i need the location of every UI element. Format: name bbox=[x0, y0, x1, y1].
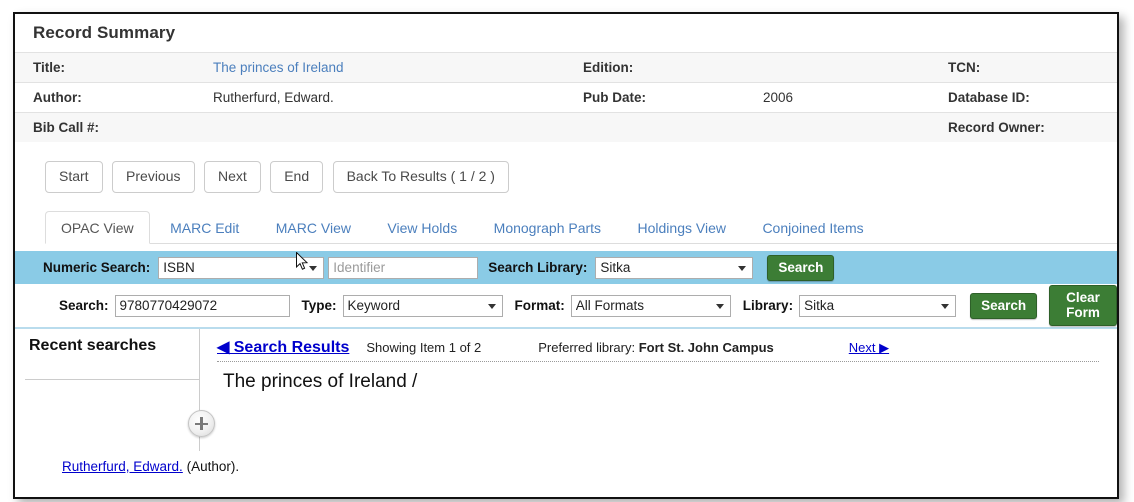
recent-searches-heading: Recent searches bbox=[29, 337, 157, 354]
preferred-library-value: Fort St. John Campus bbox=[638, 340, 774, 355]
record-author-link[interactable]: Rutherfurd, Edward. bbox=[62, 459, 183, 474]
numeric-search-submit-button[interactable]: Search bbox=[767, 254, 835, 281]
tab-monograph-parts[interactable]: Monograph Parts bbox=[478, 211, 617, 244]
numeric-search-library-select[interactable]: Sitka bbox=[595, 256, 754, 279]
tab-opac-view[interactable]: OPAC View bbox=[45, 211, 150, 244]
next-result-link[interactable]: Next ▶ bbox=[849, 340, 889, 356]
record-summary-table: Title: The princes of Ireland Edition: T… bbox=[15, 52, 1117, 142]
numeric-search-library-label: Search Library: bbox=[488, 260, 588, 275]
table-row: Bib Call #: Record Owner: bbox=[15, 112, 1117, 142]
summary-value-blank bbox=[745, 112, 930, 142]
screenshot-root: Record Summary Title: The princes of Ire… bbox=[0, 0, 1134, 502]
preferred-library-status: Preferred library: Fort St. John Campus bbox=[538, 340, 774, 355]
basic-search-bar: Search: Type: Keyword Format: All Format… bbox=[15, 284, 1117, 329]
record-view-tabs: OPAC View MARC Edit MARC View View Holds… bbox=[45, 211, 1117, 244]
summary-label-edition: Edition: bbox=[565, 52, 745, 83]
summary-label-blank bbox=[565, 112, 745, 142]
search-results-panel: ◀ Search Results Showing Item 1 of 2 Pre… bbox=[201, 329, 1117, 451]
search-label: Search: bbox=[59, 298, 109, 313]
clear-form-button[interactable]: Clear Form bbox=[1049, 285, 1117, 326]
summary-value-edition bbox=[745, 52, 930, 83]
record-author-line: Rutherfurd, Edward. (Author). bbox=[62, 459, 239, 474]
summary-label-record-owner: Record Owner: bbox=[930, 112, 1117, 142]
divider bbox=[25, 379, 200, 380]
search-input[interactable] bbox=[114, 294, 290, 317]
summary-label-bib-call: Bib Call #: bbox=[15, 112, 195, 142]
search-format-wrapper: All Formats bbox=[570, 294, 731, 317]
summary-value-pubdate: 2006 bbox=[745, 82, 930, 113]
showing-item-status: Showing Item 1 of 2 bbox=[366, 340, 482, 355]
search-format-select[interactable]: All Formats bbox=[570, 294, 731, 317]
search-type-select[interactable]: Keyword bbox=[342, 294, 503, 317]
results-header: ◀ Search Results Showing Item 1 of 2 Pre… bbox=[201, 329, 1117, 357]
expand-recent-searches-button[interactable] bbox=[188, 410, 215, 437]
title-link[interactable]: The princes of Ireland bbox=[213, 60, 344, 75]
preferred-library-label: Preferred library: bbox=[538, 340, 636, 355]
results-area: Recent searches ◀ Search Results Showing… bbox=[15, 329, 1117, 451]
table-row: Title: The princes of Ireland Edition: T… bbox=[15, 52, 1117, 83]
record-summary-heading: Record Summary bbox=[33, 23, 176, 42]
summary-label-title: Title: bbox=[15, 52, 195, 83]
basic-search-submit-button[interactable]: Search bbox=[970, 292, 1038, 319]
tab-marc-view[interactable]: MARC View bbox=[260, 211, 367, 244]
next-button[interactable]: Next bbox=[203, 161, 261, 193]
page-content: Record Summary Title: The princes of Ire… bbox=[15, 14, 1117, 497]
back-to-results-button[interactable]: Back To Results ( 1 / 2 ) bbox=[332, 161, 509, 193]
recent-searches-panel: Recent searches bbox=[15, 329, 200, 451]
summary-value-bib-call bbox=[195, 112, 565, 142]
end-button[interactable]: End bbox=[270, 161, 324, 193]
browser-window: Record Summary Title: The princes of Ire… bbox=[13, 12, 1119, 499]
search-library-label: Library: bbox=[742, 298, 794, 313]
numeric-search-bar: Numeric Search: ISBN Search Library: Sit… bbox=[15, 251, 1117, 284]
tab-holdings-view[interactable]: Holdings View bbox=[622, 211, 742, 244]
record-title-heading: The princes of Ireland / bbox=[223, 371, 418, 392]
numeric-search-library-wrapper: Sitka bbox=[595, 256, 754, 279]
tab-marc-edit[interactable]: MARC Edit bbox=[154, 211, 255, 244]
search-format-label: Format: bbox=[514, 298, 565, 313]
previous-button[interactable]: Previous bbox=[112, 161, 195, 193]
summary-value-title: The princes of Ireland bbox=[195, 52, 565, 83]
search-library-wrapper: Sitka bbox=[799, 294, 957, 317]
tab-conjoined-items[interactable]: Conjoined Items bbox=[746, 211, 879, 244]
numeric-search-type-wrapper: ISBN bbox=[158, 256, 325, 279]
table-row: Author: Rutherfurd, Edward. Pub Date: 20… bbox=[15, 82, 1117, 113]
search-library-select[interactable]: Sitka bbox=[799, 294, 957, 317]
search-type-wrapper: Keyword bbox=[342, 294, 503, 317]
summary-label-tcn: TCN: bbox=[930, 52, 1117, 83]
numeric-search-label: Numeric Search: bbox=[43, 260, 151, 275]
tab-view-holds[interactable]: View Holds bbox=[371, 211, 473, 244]
back-to-search-results-link[interactable]: ◀ Search Results bbox=[217, 337, 349, 357]
start-button[interactable]: Start bbox=[45, 161, 103, 193]
summary-label-author: Author: bbox=[15, 82, 195, 113]
summary-label-pubdate: Pub Date: bbox=[565, 82, 745, 113]
numeric-search-identifier-input[interactable] bbox=[328, 256, 479, 279]
search-type-label: Type: bbox=[301, 298, 337, 313]
numeric-search-type-select[interactable]: ISBN bbox=[158, 256, 325, 279]
summary-label-database-id: Database ID: bbox=[930, 82, 1117, 113]
record-navigation-buttons: Start Previous Next End Back To Results … bbox=[15, 142, 1117, 193]
summary-value-author: Rutherfurd, Edward. bbox=[195, 82, 565, 113]
record-author-role: (Author). bbox=[186, 459, 240, 474]
